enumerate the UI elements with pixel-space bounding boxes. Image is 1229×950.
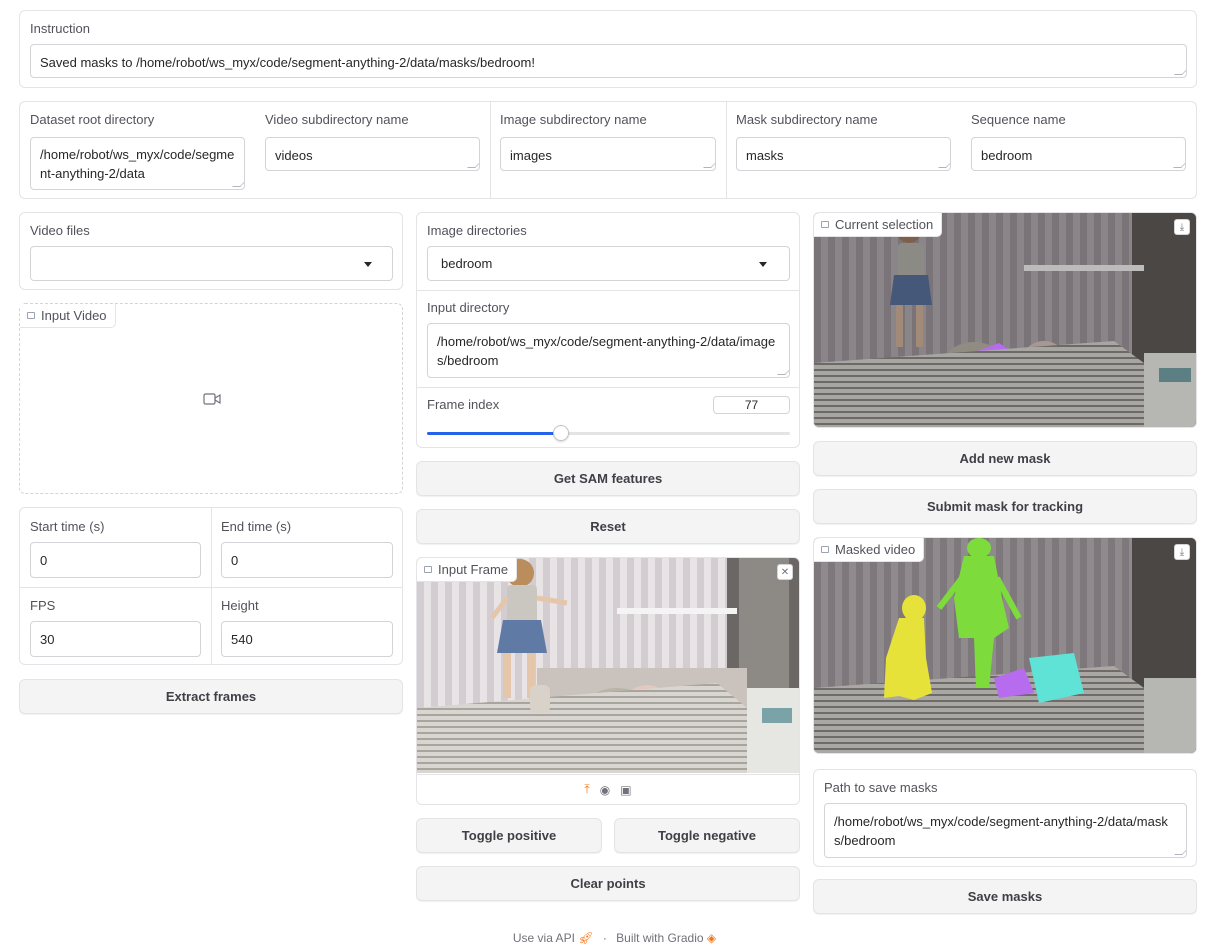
- video-subdir-input[interactable]: videos: [265, 137, 480, 171]
- divider: [726, 102, 727, 198]
- save-path-input[interactable]: /home/robot/ws_myx/code/segment-anything…: [824, 803, 1187, 858]
- frame-index-slider[interactable]: [427, 425, 790, 441]
- toggle-positive-button[interactable]: Toggle positive: [416, 818, 602, 853]
- rocket-icon: 🚀︎: [578, 931, 594, 945]
- fps-input[interactable]: 30: [30, 621, 201, 657]
- submit-mask-button[interactable]: Submit mask for tracking: [813, 489, 1197, 524]
- toggle-negative-button[interactable]: Toggle negative: [614, 818, 800, 853]
- sequence-name-label: Sequence name: [971, 112, 1066, 127]
- video-icon: [821, 546, 829, 553]
- get-sam-features-button[interactable]: Get SAM features: [416, 461, 800, 496]
- upload-icon[interactable]: ⤒: [584, 782, 589, 797]
- divider: [417, 290, 799, 291]
- masked-video-frame: [814, 538, 1196, 753]
- webcam-icon[interactable]: ◉: [600, 783, 610, 797]
- download-icon[interactable]: ⤓: [1174, 544, 1190, 560]
- input-directory-input[interactable]: /home/robot/ws_myx/code/segment-anything…: [427, 323, 790, 378]
- clipboard-icon[interactable]: ▣: [620, 783, 631, 797]
- image-subdir-label: Image subdirectory name: [500, 112, 647, 127]
- video-files-label: Video files: [30, 223, 90, 238]
- instruction-textbox[interactable]: Saved masks to /home/robot/ws_myx/code/s…: [30, 44, 1187, 78]
- frame-index-number[interactable]: 77: [713, 396, 790, 414]
- extract-frames-button[interactable]: Extract frames: [19, 679, 403, 714]
- dataset-root-input[interactable]: /home/robot/ws_myx/code/segment-anything…: [30, 137, 245, 190]
- frame-index-label: Frame index: [427, 397, 500, 412]
- gradio-logo-icon: ◈: [706, 931, 717, 945]
- slider-handle[interactable]: [553, 425, 570, 441]
- mask-subdir-label: Mask subdirectory name: [736, 112, 878, 127]
- video-files-panel: Video files: [19, 212, 403, 290]
- start-time-label: Start time (s): [30, 519, 105, 534]
- input-frame-label: Input Frame: [438, 562, 509, 577]
- instruction-label: Instruction: [30, 21, 90, 36]
- save-path-panel: Path to save masks /home/robot/ws_myx/co…: [813, 769, 1197, 867]
- add-new-mask-button[interactable]: Add new mask: [813, 441, 1197, 476]
- video-files-dropdown[interactable]: [30, 246, 393, 281]
- bedroom-frame-image: [417, 558, 799, 773]
- masked-video-label: Masked video: [835, 542, 916, 557]
- height-input[interactable]: 540: [221, 621, 393, 657]
- save-masks-button[interactable]: Save masks: [813, 879, 1197, 914]
- height-label: Height: [221, 598, 259, 613]
- close-icon[interactable]: ✕: [777, 564, 793, 580]
- masked-video-tag: Masked video: [814, 538, 925, 562]
- end-time-label: End time (s): [221, 519, 292, 534]
- use-via-api-link[interactable]: Use via API: [513, 931, 575, 945]
- input-directory-label: Input directory: [427, 300, 510, 315]
- current-selection-frame: [814, 213, 1196, 427]
- input-frame-panel: Input Frame ✕ ⤒ ◉ ▣: [416, 557, 800, 805]
- image-icon: [424, 566, 432, 573]
- instruction-panel: Instruction Saved masks to /home/robot/w…: [19, 10, 1197, 88]
- image-directories-dropdown[interactable]: bedroom: [427, 246, 790, 281]
- slider-fill: [427, 432, 562, 435]
- sequence-name-input[interactable]: bedroom: [971, 137, 1186, 171]
- input-video-tag: Input Video: [20, 304, 116, 328]
- dataset-root-label: Dataset root directory: [30, 112, 155, 127]
- footer: Use via API 🚀︎ · Built with Gradio ◈: [0, 931, 1229, 945]
- fps-label: FPS: [30, 598, 56, 613]
- current-selection-image[interactable]: Current selection ⤓: [813, 212, 1197, 428]
- current-selection-label: Current selection: [835, 217, 934, 232]
- image-source-toolbar: ⤒ ◉ ▣: [417, 774, 799, 804]
- input-frame-image[interactable]: [417, 558, 799, 773]
- reset-button[interactable]: Reset: [416, 509, 800, 544]
- video-camera-icon: [203, 393, 221, 405]
- chevron-down-icon: [759, 261, 767, 267]
- save-path-label: Path to save masks: [824, 780, 938, 795]
- clear-points-button[interactable]: Clear points: [416, 866, 800, 901]
- mask-subdir-input[interactable]: masks: [736, 137, 951, 171]
- input-video-dropzone[interactable]: Input Video: [19, 303, 403, 494]
- video-icon: [27, 312, 35, 319]
- image-subdir-input[interactable]: images: [500, 137, 716, 171]
- current-selection-tag: Current selection: [814, 213, 943, 237]
- footer-separator: ·: [602, 931, 607, 945]
- start-time-input[interactable]: 0: [30, 542, 201, 578]
- image-icon: [821, 221, 829, 228]
- divider: [20, 587, 402, 588]
- directory-settings-panel: Dataset root directory /home/robot/ws_my…: [19, 101, 1197, 199]
- divider: [211, 508, 212, 664]
- extract-settings-panel: Start time (s) 0 End time (s) 0 FPS 30 H…: [19, 507, 403, 665]
- image-input-panel: Image directories bedroom Input director…: [416, 212, 800, 448]
- input-frame-tag: Input Frame: [417, 558, 518, 582]
- built-with-gradio-link[interactable]: Built with Gradio: [616, 931, 703, 945]
- download-icon[interactable]: ⤓: [1174, 219, 1190, 235]
- end-time-input[interactable]: 0: [221, 542, 393, 578]
- input-video-label: Input Video: [41, 308, 107, 323]
- video-subdir-label: Video subdirectory name: [265, 112, 409, 127]
- divider: [490, 102, 491, 198]
- masked-video-image[interactable]: Masked video ⤓: [813, 537, 1197, 754]
- image-directories-label: Image directories: [427, 223, 527, 238]
- chevron-down-icon: [364, 261, 372, 267]
- divider: [417, 387, 799, 388]
- image-directories-value: bedroom: [441, 256, 493, 271]
